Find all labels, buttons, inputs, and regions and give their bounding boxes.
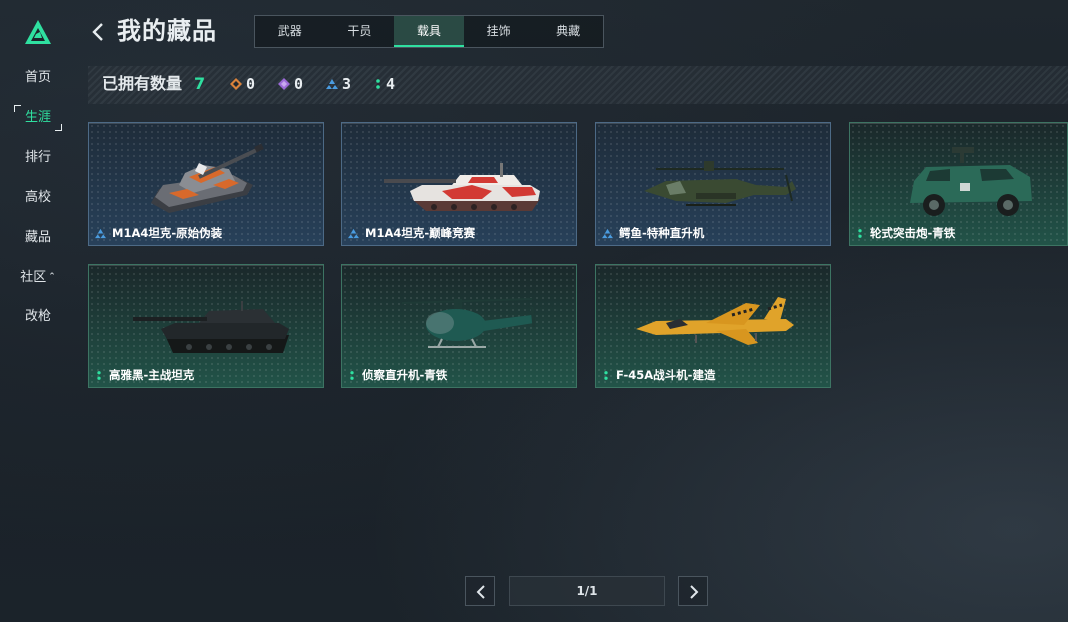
- purple-diamond-rarity-icon: [278, 78, 290, 90]
- rarity-count-value: 0: [246, 75, 256, 93]
- armored-car-image: [910, 147, 1032, 216]
- item-name: M1A4坦克-原始伪装: [112, 226, 223, 240]
- category-tabs: 武器 干员 载具 挂饰 典藏: [254, 15, 604, 48]
- green-dots-rarity-icon: [350, 370, 354, 380]
- sidebar-item-ranking[interactable]: 排行: [12, 145, 64, 171]
- ownership-summary: 已拥有数量 7 0 0 3 4: [88, 66, 1068, 104]
- collection-item-card[interactable]: 鳄鱼-特种直升机: [595, 122, 831, 246]
- chevron-left-icon: [476, 585, 485, 599]
- blue-triangle-rarity-icon: [95, 228, 106, 238]
- sidebar-item-label: 生涯: [24, 110, 51, 125]
- item-caption: 轮式突击炮-青铁: [856, 225, 955, 241]
- tab-vehicles[interactable]: 载具: [394, 16, 464, 47]
- collection-item-card[interactable]: F-45A战斗机-建造: [595, 264, 831, 388]
- item-name: 高雅黑-主战坦克: [109, 368, 195, 382]
- app-logo-icon[interactable]: [24, 18, 52, 46]
- card-top-highlight: [342, 123, 576, 124]
- item-name: F-45A战斗机-建造: [616, 368, 716, 382]
- chevron-up-icon: ⌃: [48, 272, 56, 282]
- card-top-highlight: [89, 265, 323, 266]
- item-name: M1A4坦克-巅峰竞赛: [365, 226, 476, 240]
- tab-weapons[interactable]: 武器: [255, 16, 325, 47]
- sidebar-item-home[interactable]: 首页: [12, 65, 64, 91]
- tab-charms[interactable]: 挂饰: [464, 16, 534, 47]
- item-name: 轮式突击炮-青铁: [870, 226, 956, 240]
- page-title: 我的藏品: [117, 17, 217, 45]
- card-top-highlight: [89, 123, 323, 124]
- item-name: 鳄鱼-特种直升机: [619, 226, 705, 240]
- scout-helicopter-image: [401, 298, 536, 348]
- rarity-count-purple: 0: [278, 66, 303, 102]
- blue-triangle-rarity-icon: [326, 79, 338, 89]
- sidebar-item-collection[interactable]: 藏品: [12, 225, 64, 251]
- sidebar-item-community[interactable]: 社区 ⌃: [12, 264, 64, 290]
- rarity-count-blue: 3: [326, 66, 351, 102]
- collection-item-card[interactable]: 高雅黑-主战坦克: [88, 264, 324, 388]
- card-top-highlight: [342, 265, 576, 266]
- next-page-button[interactable]: [678, 576, 708, 606]
- rarity-count-orange: 0: [230, 66, 255, 102]
- owned-count-label: 已拥有数量: [102, 74, 183, 93]
- back-button[interactable]: [88, 18, 108, 46]
- chevron-left-icon: [92, 23, 103, 41]
- card-top-highlight: [596, 123, 830, 124]
- sidebar-item-label: 改枪: [24, 309, 51, 324]
- chevron-right-icon: [690, 585, 699, 599]
- sidebar-item-label: 排行: [24, 150, 51, 165]
- item-caption: M1A4坦克-原始伪装: [95, 225, 222, 241]
- rarity-count-value: 0: [294, 75, 304, 93]
- rarity-count-green: 4: [374, 66, 395, 102]
- item-name: 侦察直升机-青铁: [362, 368, 448, 382]
- tank-orange-camo-image: [151, 143, 264, 213]
- collection-item-card[interactable]: 侦察直升机-青铁: [341, 264, 577, 388]
- tab-collector[interactable]: 典藏: [533, 16, 603, 47]
- tank-red-white-image: [384, 163, 540, 211]
- green-dots-rarity-icon: [376, 79, 380, 89]
- tab-operators[interactable]: 干员: [325, 16, 395, 47]
- green-dots-rarity-icon: [858, 228, 862, 238]
- sidebar-item-label: 高校: [24, 190, 51, 205]
- item-caption: M1A4坦克-巅峰竞赛: [348, 225, 475, 241]
- rarity-count-value: 4: [386, 75, 396, 93]
- rarity-count-value: 3: [342, 75, 352, 93]
- page-indicator: 1/1: [509, 576, 665, 606]
- blue-triangle-rarity-icon: [602, 228, 613, 238]
- green-dots-rarity-icon: [604, 370, 608, 380]
- collection-item-card[interactable]: M1A4坦克-巅峰竞赛: [341, 122, 577, 246]
- card-top-highlight: [850, 123, 1067, 124]
- item-caption: 高雅黑-主战坦克: [95, 367, 194, 383]
- sidebar-item-label: 社区: [20, 270, 47, 285]
- orange-diamond-rarity-icon: [230, 78, 242, 90]
- item-caption: 鳄鱼-特种直升机: [602, 225, 704, 241]
- tank-black-image: [133, 301, 289, 353]
- item-caption: F-45A战斗机-建造: [602, 367, 715, 383]
- item-caption: 侦察直升机-青铁: [348, 367, 447, 383]
- card-top-highlight: [596, 265, 830, 266]
- jet-fighter-yellow-image: [636, 297, 794, 345]
- green-dots-rarity-icon: [97, 370, 101, 380]
- sidebar-item-gunsmith[interactable]: 改枪: [12, 304, 64, 330]
- sidebar: 首页 生涯 排行 高校 藏品 社区 ⌃ 改枪: [0, 0, 76, 622]
- collection-item-card[interactable]: 轮式突击炮-青铁: [849, 122, 1068, 246]
- previous-page-button[interactable]: [465, 576, 495, 606]
- sidebar-item-college[interactable]: 高校: [12, 185, 64, 211]
- collection-item-card[interactable]: M1A4坦克-原始伪装: [88, 122, 324, 246]
- owned-count-value: 7: [194, 74, 206, 93]
- sidebar-item-label: 首页: [24, 70, 51, 85]
- sidebar-item-label: 藏品: [24, 230, 51, 245]
- blue-triangle-rarity-icon: [348, 228, 359, 238]
- sidebar-item-career[interactable]: 生涯: [12, 105, 64, 131]
- attack-helicopter-image: [644, 161, 796, 206]
